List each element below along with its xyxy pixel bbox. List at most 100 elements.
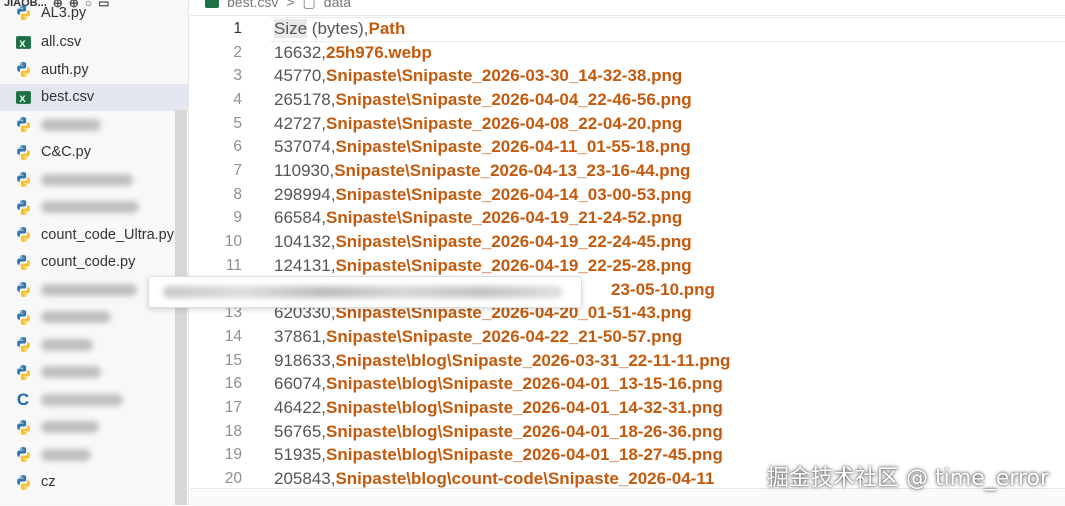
editor-line[interactable]: 2 16632,25h976.webp <box>190 41 1065 65</box>
path-value: Snipaste\blog\Snipaste_2026-03-31_22-11-… <box>335 350 731 370</box>
file-data-icon: ▢ <box>302 0 316 10</box>
file-label: count_code.py <box>41 254 136 270</box>
file-label: all.csv <box>41 34 82 50</box>
python-file-icon <box>14 198 32 216</box>
file-label: cz <box>41 474 56 490</box>
editor-line[interactable]: 8 298994,Snipaste\Snipaste_2026-04-14_03-… <box>190 183 1065 207</box>
file-item[interactable]: count_code_Ultra.py <box>0 221 188 248</box>
python-file-icon <box>14 473 32 491</box>
file-label: AL3.py <box>41 4 87 21</box>
blurred-file-label <box>41 201 139 213</box>
path-value: Snipaste\blog\Snipaste_2026-04-01_18-27-… <box>326 445 723 465</box>
line-number: 16 <box>224 375 242 393</box>
file-item[interactable] <box>0 441 188 468</box>
excel-file-icon: X <box>14 33 32 51</box>
editor-line[interactable]: 5 42727,Snipaste\Snipaste_2026-04-08_22-0… <box>190 112 1065 136</box>
file-item[interactable] <box>0 166 188 193</box>
line-number: 4 <box>233 90 242 108</box>
blurred-file-label <box>41 173 133 186</box>
file-item[interactable]: AL3.py <box>0 0 188 26</box>
csv-row: 918633,Snipaste\blog\Snipaste_2026-03-31… <box>274 351 730 371</box>
python-file-icon <box>14 171 32 189</box>
blurred-file-label <box>41 283 137 296</box>
size-value: 42727, <box>274 113 326 133</box>
size-value: 56765, <box>274 421 326 441</box>
svg-text:X: X <box>19 93 26 104</box>
size-value: 45770, <box>274 66 326 86</box>
path-value: Snipaste\Snipaste_2026-04-08_22-04-20.pn… <box>326 113 683 133</box>
editor-line[interactable]: 4 265178,Snipaste\Snipaste_2026-04-04_22-… <box>190 88 1065 112</box>
line-number: 19 <box>224 446 242 464</box>
explorer-sidebar: JIAOB... ⊕ ⊕ ○ ▭ AL3.py Xall.csv auth.py Xb… <box>0 0 189 505</box>
file-item[interactable]: Xall.csv <box>0 29 188 56</box>
python-file-icon <box>14 336 32 354</box>
file-label: best.csv <box>41 89 95 105</box>
file-label: auth.py <box>41 61 89 78</box>
csv-row: 537074,Snipaste\Snipaste_2026-04-11_01-5… <box>274 137 691 157</box>
editor-line[interactable]: 17 46422,Snipaste\blog\Snipaste_2026-04-0… <box>190 396 1065 420</box>
file-item[interactable] <box>0 331 188 358</box>
watermark: 掘金技术社区 @ time_error <box>767 466 1049 491</box>
size-value: 124131, <box>274 255 336 275</box>
editor-line[interactable]: 16 66074,Snipaste\blog\Snipaste_2026-04-0… <box>190 373 1065 397</box>
editor-line[interactable]: 6 537074,Snipaste\Snipaste_2026-04-11_01-… <box>190 136 1065 160</box>
editor-line[interactable]: 11 124131,Snipaste\Snipaste_2026-04-19_22… <box>190 254 1065 278</box>
csv-row: 42727,Snipaste\Snipaste_2026-04-08_22-04… <box>274 114 682 134</box>
python-file-icon <box>14 4 32 22</box>
csv-row: 124131,Snipaste\Snipaste_2026-04-19_22-2… <box>274 256 692 276</box>
line-number: 6 <box>233 138 242 156</box>
csv-editor[interactable]: 1 Size (bytes),Path 2 16632,25h976.webp 3 4… <box>190 17 1065 489</box>
blurred-file-label <box>41 448 91 461</box>
editor-line[interactable]: 10 104132,Snipaste\Snipaste_2026-04-19_22… <box>190 230 1065 254</box>
editor-line[interactable]: 3 45770,Snipaste\Snipaste_2026-03-30_14-3… <box>190 64 1065 88</box>
line-number: 11 <box>225 256 242 274</box>
size-value: 37861, <box>274 326 326 346</box>
file-item[interactable]: C&C.py <box>0 139 188 166</box>
file-item[interactable]: Xbest.csv <box>0 83 188 111</box>
line-number: 3 <box>233 67 242 85</box>
path-value: Snipaste\Snipaste_2026-04-13_23-16-44.pn… <box>334 161 691 181</box>
path-value: Snipaste\Snipaste_2026-04-19_22-25-28.pn… <box>335 255 692 275</box>
file-item[interactable] <box>0 194 188 221</box>
breadcrumb-file[interactable]: best.csv <box>227 0 278 10</box>
size-value: 205843, <box>274 469 336 489</box>
line-number: 18 <box>224 422 242 440</box>
breadcrumb: best.csv > ▢ data <box>205 0 351 11</box>
csv-row: 205843,Snipaste\blog\count-code\Snipaste… <box>274 469 714 489</box>
header-row: Size (bytes),Path <box>274 18 406 39</box>
editor-line[interactable]: 14 37861,Snipaste\Snipaste_2026-04-22_21-… <box>190 325 1065 349</box>
csv-row: 23-05-10.png <box>611 280 715 300</box>
editor-line[interactable]: 9 66584,Snipaste\Snipaste_2026-04-19_21-2… <box>190 207 1065 231</box>
line-number: 7 <box>233 162 242 180</box>
line-number: 5 <box>233 114 242 132</box>
editor-line[interactable]: 1 Size (bytes),Path <box>190 17 1065 42</box>
file-item[interactable]: C <box>0 386 188 413</box>
file-item[interactable] <box>0 111 188 138</box>
python-file-icon <box>14 253 32 271</box>
csv-row: 66074,Snipaste\blog\Snipaste_2026-04-01_… <box>274 374 723 394</box>
line-number: 9 <box>233 209 242 227</box>
file-label: C&C.py <box>41 144 91 160</box>
python-file-icon <box>14 116 32 134</box>
path-value: Snipaste\Snipaste_2026-04-04_22-46-56.pn… <box>335 89 692 109</box>
header-path: Path <box>368 18 406 38</box>
file-item[interactable]: cz <box>0 469 188 496</box>
editor-line[interactable]: 7 110930,Snipaste\Snipaste_2026-04-13_23-… <box>190 159 1065 183</box>
csv-row: 45770,Snipaste\Snipaste_2026-03-30_14-32… <box>274 66 682 86</box>
file-item[interactable] <box>0 359 188 386</box>
path-value: Snipaste\blog\Snipaste_2026-04-01_14-32-… <box>326 398 723 418</box>
python-file-icon <box>14 61 32 79</box>
file-item[interactable] <box>0 414 188 441</box>
csv-row: 110930,Snipaste\Snipaste_2026-04-13_23-1… <box>274 161 690 181</box>
path-value: Snipaste\blog\count-code\Snipaste_2026-0… <box>335 469 715 489</box>
size-value: 46422, <box>274 398 326 418</box>
size-value: 265178, <box>274 89 336 109</box>
editor-line[interactable]: 18 56765,Snipaste\blog\Snipaste_2026-04-0… <box>190 420 1065 444</box>
csv-row: 51935,Snipaste\blog\Snipaste_2026-04-01_… <box>274 445 723 465</box>
editor-line[interactable]: 15 918633,Snipaste\blog\Snipaste_2026-03-… <box>190 349 1065 373</box>
csv-row: 46422,Snipaste\blog\Snipaste_2026-04-01_… <box>274 398 723 418</box>
line-number: 14 <box>224 327 242 345</box>
file-item[interactable]: auth.py <box>0 56 188 83</box>
breadcrumb-section[interactable]: data <box>324 0 351 10</box>
file-item[interactable]: count_code.py <box>0 249 188 276</box>
